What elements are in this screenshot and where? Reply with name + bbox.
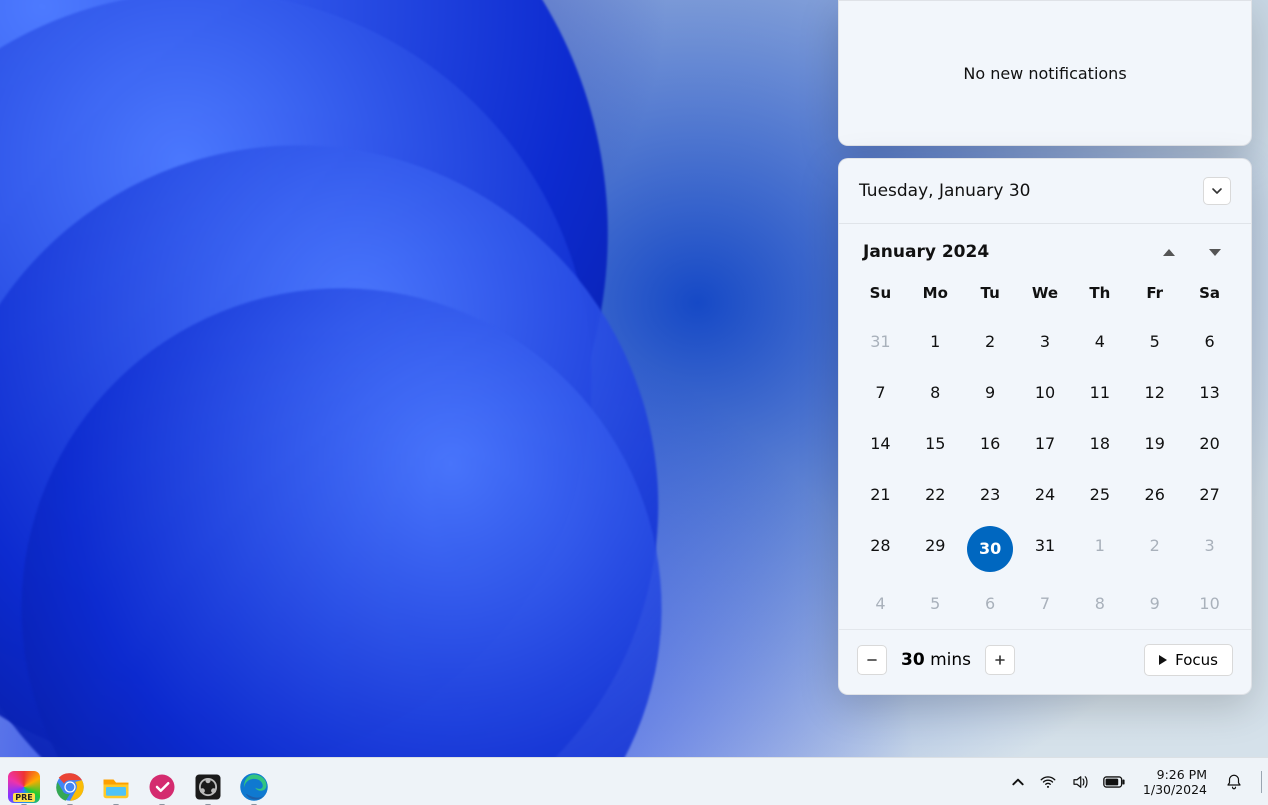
focus-duration-value: 30 mins bbox=[901, 650, 971, 670]
chevron-up-icon bbox=[1011, 775, 1025, 789]
taskbar-date: 1/30/2024 bbox=[1143, 782, 1207, 797]
calendar-day-header: Fr bbox=[1127, 276, 1182, 312]
focus-minus-button[interactable] bbox=[857, 645, 887, 675]
taskbar-app-chrome[interactable] bbox=[54, 771, 86, 803]
plus-icon bbox=[994, 654, 1006, 666]
calendar-day[interactable]: 1 bbox=[908, 320, 963, 363]
calendar-day[interactable]: 10 bbox=[1182, 582, 1237, 625]
notifications-panel: No new notifications bbox=[838, 0, 1252, 146]
calendar-day-header: We bbox=[1018, 276, 1073, 312]
volume-button[interactable] bbox=[1071, 773, 1089, 791]
calendar-day[interactable]: 8 bbox=[1072, 582, 1127, 625]
calendar-grid: SuMoTuWeThFrSa31123456789101112131415161… bbox=[839, 268, 1251, 629]
play-icon bbox=[1159, 655, 1167, 665]
taskbar: PRE 9:26 PM 1/30/2024 bbox=[0, 757, 1268, 805]
focus-start-button[interactable]: Focus bbox=[1144, 644, 1233, 676]
calendar-day[interactable]: 23 bbox=[963, 473, 1018, 516]
tray-overflow-button[interactable] bbox=[1011, 775, 1025, 789]
calendar-month-row: January 2024 bbox=[839, 224, 1251, 268]
calendar-header: Tuesday, January 30 bbox=[839, 159, 1251, 224]
taskbar-app-powertoys[interactable]: PRE bbox=[8, 771, 40, 803]
minus-icon bbox=[866, 654, 878, 666]
calendar-day[interactable]: 21 bbox=[853, 473, 908, 516]
calendar-day[interactable]: 25 bbox=[1072, 473, 1127, 516]
calendar-date-label: Tuesday, January 30 bbox=[859, 181, 1030, 201]
calendar-day[interactable]: 7 bbox=[853, 371, 908, 414]
calendar-day[interactable]: 12 bbox=[1127, 371, 1182, 414]
calendar-day[interactable]: 27 bbox=[1182, 473, 1237, 516]
system-tray: 9:26 PM 1/30/2024 bbox=[1011, 758, 1262, 805]
show-desktop-button[interactable] bbox=[1261, 771, 1262, 793]
calendar-day-header: Tu bbox=[963, 276, 1018, 312]
calendar-day[interactable]: 3 bbox=[1182, 524, 1237, 574]
calendar-panel: Tuesday, January 30 January 2024 SuMoTuW… bbox=[838, 158, 1252, 695]
calendar-month-label[interactable]: January 2024 bbox=[863, 242, 989, 262]
calendar-day[interactable]: 28 bbox=[853, 524, 908, 574]
calendar-day[interactable]: 15 bbox=[908, 422, 963, 465]
focus-plus-button[interactable] bbox=[985, 645, 1015, 675]
taskbar-app-edge[interactable] bbox=[238, 771, 270, 803]
notifications-empty-text: No new notifications bbox=[963, 64, 1126, 83]
calendar-day[interactable]: 2 bbox=[1127, 524, 1182, 574]
focus-row: 30 mins Focus bbox=[839, 629, 1251, 694]
calendar-day[interactable]: 2 bbox=[963, 320, 1018, 363]
calendar-day[interactable]: 6 bbox=[963, 582, 1018, 625]
calendar-day[interactable]: 3 bbox=[1018, 320, 1073, 363]
taskbar-app-file-explorer[interactable] bbox=[100, 771, 132, 803]
calendar-day[interactable]: 4 bbox=[853, 582, 908, 625]
focus-duration-stepper: 30 mins bbox=[857, 645, 1015, 675]
taskbar-app-obs[interactable] bbox=[192, 771, 224, 803]
calendar-day[interactable]: 20 bbox=[1182, 422, 1237, 465]
calendar-day-header: Th bbox=[1072, 276, 1127, 312]
wifi-icon bbox=[1039, 773, 1057, 791]
calendar-day[interactable]: 16 bbox=[963, 422, 1018, 465]
calendar-day-header: Sa bbox=[1182, 276, 1237, 312]
bell-icon bbox=[1225, 773, 1243, 791]
calendar-day[interactable]: 31 bbox=[1018, 524, 1073, 574]
wifi-button[interactable] bbox=[1039, 773, 1057, 791]
calendar-day[interactable]: 11 bbox=[1072, 371, 1127, 414]
taskbar-time: 9:26 PM bbox=[1143, 767, 1207, 782]
calendar-day[interactable]: 1 bbox=[1072, 524, 1127, 574]
calendar-day-today[interactable]: 30 bbox=[967, 526, 1013, 572]
taskbar-apps: PRE bbox=[8, 758, 270, 805]
battery-button[interactable] bbox=[1103, 775, 1125, 789]
calendar-day[interactable]: 5 bbox=[908, 582, 963, 625]
calendar-day[interactable]: 9 bbox=[963, 371, 1018, 414]
calendar-day[interactable]: 5 bbox=[1127, 320, 1182, 363]
calendar-day[interactable]: 4 bbox=[1072, 320, 1127, 363]
collapse-calendar-button[interactable] bbox=[1203, 177, 1231, 205]
calendar-day-header: Su bbox=[853, 276, 908, 312]
next-month-button[interactable] bbox=[1209, 249, 1221, 256]
calendar-day[interactable]: 6 bbox=[1182, 320, 1237, 363]
calendar-day[interactable]: 31 bbox=[853, 320, 908, 363]
calendar-day[interactable]: 22 bbox=[908, 473, 963, 516]
taskbar-clock[interactable]: 9:26 PM 1/30/2024 bbox=[1139, 767, 1211, 797]
taskbar-app-sharex[interactable] bbox=[146, 771, 178, 803]
chevron-down-icon bbox=[1211, 185, 1223, 197]
calendar-day[interactable]: 26 bbox=[1127, 473, 1182, 516]
calendar-day[interactable]: 13 bbox=[1182, 371, 1237, 414]
calendar-day[interactable]: 29 bbox=[908, 524, 963, 574]
calendar-day[interactable]: 24 bbox=[1018, 473, 1073, 516]
calendar-day[interactable]: 19 bbox=[1127, 422, 1182, 465]
calendar-day[interactable]: 7 bbox=[1018, 582, 1073, 625]
notifications-button[interactable] bbox=[1225, 773, 1243, 791]
calendar-day[interactable]: 8 bbox=[908, 371, 963, 414]
speaker-icon bbox=[1071, 773, 1089, 791]
calendar-day[interactable]: 18 bbox=[1072, 422, 1127, 465]
calendar-day-header: Mo bbox=[908, 276, 963, 312]
calendar-day[interactable]: 10 bbox=[1018, 371, 1073, 414]
calendar-day[interactable]: 9 bbox=[1127, 582, 1182, 625]
calendar-day[interactable]: 17 bbox=[1018, 422, 1073, 465]
prev-month-button[interactable] bbox=[1163, 249, 1175, 256]
battery-icon bbox=[1103, 775, 1125, 789]
calendar-day[interactable]: 14 bbox=[853, 422, 908, 465]
